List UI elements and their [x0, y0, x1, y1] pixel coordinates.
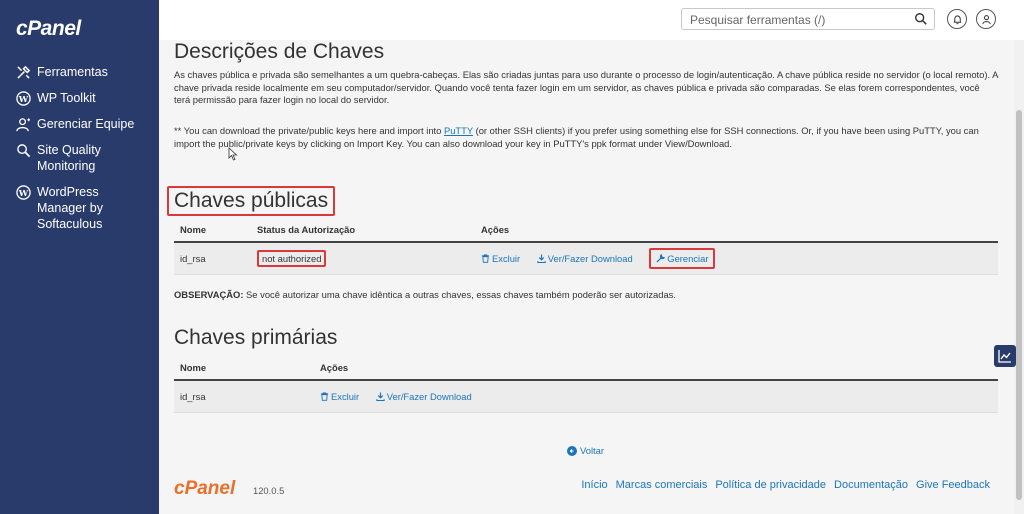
wordpress-icon: W — [15, 90, 31, 106]
search-input[interactable] — [688, 10, 917, 30]
main-content: Descrições de Chaves As chaves pública e… — [159, 40, 1014, 514]
sidebar-item-site-quality[interactable]: Site Quality Monitoring — [0, 142, 125, 174]
delete-button[interactable]: Excluir — [320, 391, 359, 402]
col-actions: Ações — [475, 218, 998, 243]
mouse-cursor-icon — [228, 147, 238, 161]
tools-icon — [15, 64, 31, 80]
col-status: Status da Autorização — [251, 218, 475, 243]
sidebar-item-label: Gerenciar Equipe — [37, 117, 135, 131]
download-icon — [537, 254, 546, 263]
footer-link-privacidade[interactable]: Política de privacidade — [715, 479, 826, 491]
cpanel-logo[interactable]: cPanel — [16, 17, 81, 41]
delete-button[interactable]: Excluir — [481, 253, 520, 264]
bell-icon — [953, 14, 961, 24]
footer-link-documentacao[interactable]: Documentação — [834, 479, 908, 491]
key-name: id_rsa — [174, 380, 314, 413]
trash-icon — [481, 254, 490, 263]
private-keys-table: Nome Ações id_rsa Excluir Ver/Fazer Down — [174, 356, 998, 413]
actions-cell: Excluir Ver/Fazer Download Gerenciar — [475, 242, 998, 275]
search-icon[interactable] — [914, 12, 928, 26]
sidebar-item-label: WP Toolkit — [37, 91, 96, 105]
actions-cell: Excluir Ver/Fazer Download — [314, 380, 998, 413]
search-box — [681, 8, 935, 30]
notifications-button[interactable] — [947, 9, 967, 29]
private-keys-heading: Chaves primárias — [174, 326, 338, 349]
user-icon — [981, 14, 991, 24]
search-monitor-icon — [15, 142, 31, 158]
back-link[interactable]: Voltar — [567, 445, 604, 456]
svg-text:W: W — [17, 187, 28, 197]
scrollbar[interactable] — [1014, 40, 1024, 514]
back-arrow-icon — [567, 445, 577, 456]
wrench-icon — [656, 254, 666, 263]
user-group-icon — [15, 116, 31, 132]
public-keys-heading: Chaves públicas — [167, 186, 336, 216]
putty-note: ** You can download the private/public k… — [174, 125, 998, 150]
col-name: Nome — [174, 218, 251, 243]
user-menu-button[interactable] — [976, 9, 996, 29]
col-name: Nome — [174, 356, 314, 381]
sidebar-item-ferramentas[interactable]: Ferramentas — [0, 64, 159, 80]
sidebar: cPanel Ferramentas W WP Toolkit Gerencia… — [0, 0, 159, 514]
page-title: Descrições de Chaves — [174, 40, 385, 63]
table-row: id_rsa not authorized Excluir Ver/Fazer … — [174, 242, 998, 275]
back-label: Voltar — [580, 445, 604, 456]
table-row: id_rsa Excluir Ver/Fazer Download — [174, 380, 998, 413]
manage-button[interactable]: Gerenciar — [649, 248, 716, 269]
sidebar-item-gerenciar-equipe[interactable]: Gerenciar Equipe — [0, 116, 159, 132]
sidebar-nav: Ferramentas W WP Toolkit Gerenciar Equip… — [0, 61, 159, 232]
footer-link-inicio[interactable]: Início — [581, 479, 607, 491]
sidebar-item-label: Site Quality Monitoring — [37, 143, 101, 173]
footer-links: Início Marcas comerciais Política de pri… — [581, 479, 990, 491]
stats-button[interactable] — [994, 345, 1016, 367]
key-name: id_rsa — [174, 242, 251, 275]
view-download-label: Ver/Fazer Download — [547, 253, 633, 264]
sidebar-item-wordpress-manager[interactable]: W WordPress Manager by Softaculous — [0, 184, 120, 232]
table-header-row: Nome Ações — [174, 356, 998, 381]
view-download-label: Ver/Fazer Download — [386, 390, 472, 402]
footer-link-marcas[interactable]: Marcas comerciais — [616, 479, 708, 491]
footer-cpanel-logo: cPanel — [174, 478, 236, 499]
delete-label: Excluir — [331, 390, 360, 402]
public-keys-table: Nome Status da Autorização Ações id_rsa … — [174, 218, 998, 275]
view-download-button[interactable]: Ver/Fazer Download — [537, 253, 633, 264]
intro-text: As chaves pública e privada são semelhan… — [174, 69, 998, 105]
view-download-button[interactable]: Ver/Fazer Download — [376, 391, 472, 402]
version-label: 120.0.5 — [253, 485, 285, 496]
line-chart-icon — [998, 350, 1011, 363]
footer-link-feedback[interactable]: Give Feedback — [916, 479, 990, 491]
top-bar — [159, 0, 1024, 40]
wordpress-icon: W — [15, 184, 31, 200]
putty-link[interactable]: PuTTY — [444, 125, 473, 136]
status-cell: not authorized — [251, 242, 475, 275]
observation-text: Se você autorizar uma chave idêntica a o… — [243, 289, 676, 300]
svg-text:W: W — [17, 93, 28, 103]
sidebar-item-label: WordPress Manager by Softaculous — [37, 185, 104, 231]
trash-icon — [320, 391, 329, 401]
table-header-row: Nome Status da Autorização Ações — [174, 218, 998, 243]
col-actions: Ações — [314, 356, 998, 381]
download-icon — [376, 391, 385, 401]
manage-label: Gerenciar — [667, 253, 709, 264]
sidebar-item-label: Ferramentas — [37, 65, 108, 79]
status-badge: not authorized — [257, 250, 327, 267]
note-text: ** You can download the private/public k… — [174, 125, 444, 136]
sidebar-item-wp-toolkit[interactable]: W WP Toolkit — [0, 90, 159, 106]
observation-label: OBSERVAÇÃO: — [174, 289, 244, 300]
observation-note: OBSERVAÇÃO: Se você autorizar uma chave … — [174, 289, 676, 300]
delete-label: Excluir — [492, 253, 521, 264]
scrollbar-thumb[interactable] — [1016, 110, 1022, 500]
